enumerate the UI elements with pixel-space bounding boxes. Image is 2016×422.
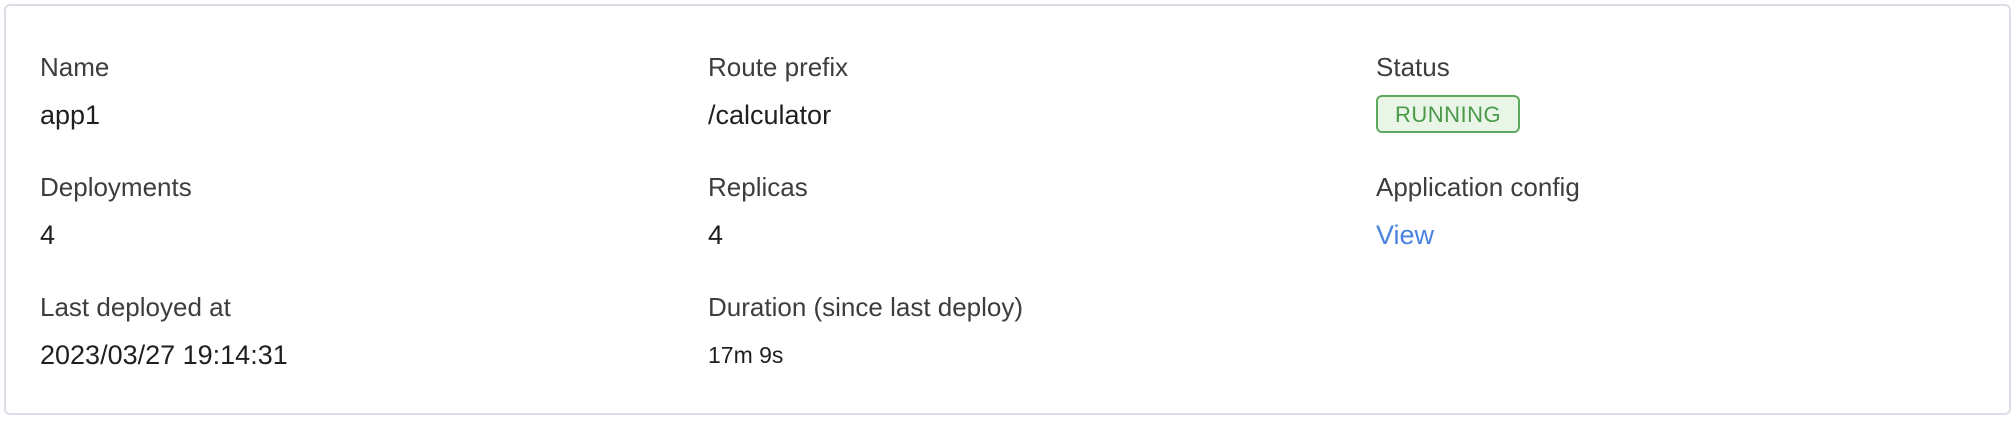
application-config-field: Application config View [1376, 172, 1580, 251]
status-badge: RUNNING [1376, 95, 1521, 133]
last-deployed-label: Last deployed at [40, 292, 231, 322]
route-prefix-label: Route prefix [708, 52, 849, 82]
name-label: Name [40, 52, 110, 82]
application-details-card: Name app1 Route prefix /calculator Statu… [4, 4, 2011, 415]
last-deployed-value: 2023/03/27 19:14:31 [40, 340, 288, 370]
route-prefix-field: Route prefix /calculator [708, 52, 848, 131]
status-field: Status RUNNING [1376, 52, 1521, 133]
name-value: app1 [40, 100, 101, 130]
deployments-value: 4 [40, 220, 56, 250]
duration-label: Duration (since last deploy) [708, 292, 1024, 322]
deployments-field: Deployments 4 [40, 172, 192, 251]
status-label: Status [1376, 52, 1450, 82]
deployments-label: Deployments [40, 172, 192, 202]
duration-field: Duration (since last deploy) 17m 9s [708, 292, 1023, 371]
replicas-label: Replicas [708, 172, 808, 202]
application-config-label: Application config [1376, 172, 1580, 202]
last-deployed-field: Last deployed at 2023/03/27 19:14:31 [40, 292, 288, 371]
route-prefix-value: /calculator [708, 100, 832, 130]
name-field: Name app1 [40, 52, 109, 131]
duration-value: 17m 9s [708, 342, 784, 368]
replicas-field: Replicas 4 [708, 172, 808, 251]
replicas-value: 4 [708, 220, 724, 250]
view-config-link[interactable]: View [1376, 219, 1434, 251]
